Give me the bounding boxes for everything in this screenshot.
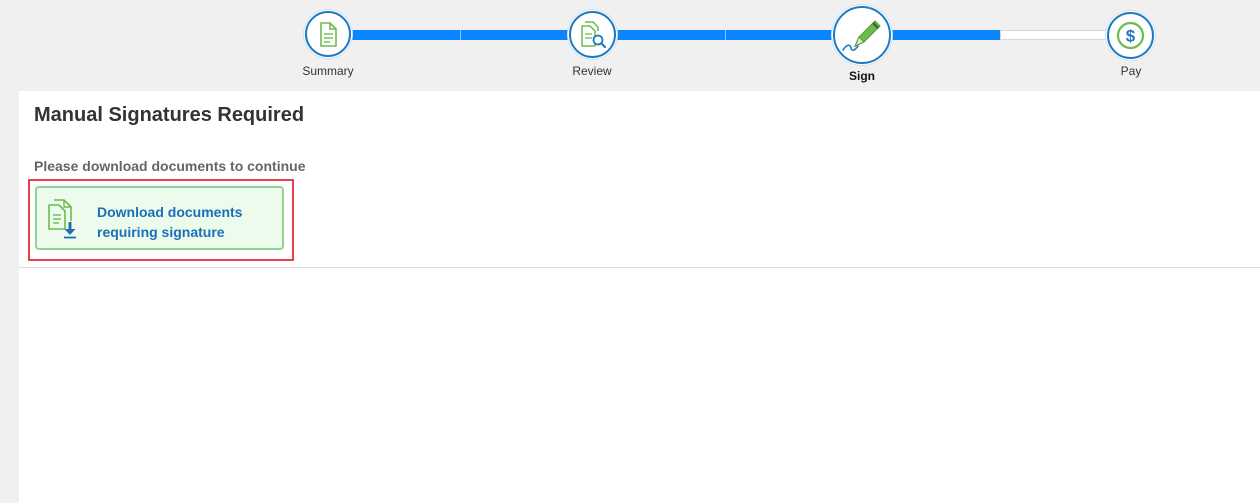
step-pay-label: Pay (1120, 64, 1142, 78)
step-review-circle[interactable] (569, 11, 616, 58)
dollar-icon: $ (1116, 21, 1145, 50)
pen-signature-icon (842, 20, 881, 51)
download-button-label[interactable]: Download documents requiring signature (97, 202, 277, 242)
progress-bar-sign-pay-remaining (1000, 30, 1107, 40)
step-sign-circle[interactable] (833, 6, 891, 64)
download-button-label-line1: Download documents (97, 204, 243, 220)
svg-text:$: $ (1126, 27, 1136, 46)
instruction-text: Please download documents to continue (34, 158, 306, 174)
document-download-icon (48, 199, 76, 239)
download-documents-button[interactable]: Download documents requiring signature (35, 186, 284, 250)
download-button-label-line2: requiring signature (97, 224, 225, 240)
step-summary-circle[interactable] (305, 11, 351, 57)
document-icon (320, 22, 337, 47)
document-search-icon (581, 21, 607, 49)
progress-stepper: Summary Review Sign $ Pay (0, 0, 1260, 91)
page-title: Manual Signatures Required (34, 104, 305, 126)
section-divider (19, 267, 1260, 268)
step-review-label: Review (572, 64, 612, 78)
step-sign-label: Sign (849, 69, 875, 83)
step-pay-circle[interactable]: $ (1107, 12, 1154, 59)
main-panel: Manual Signatures Required Please downlo… (19, 91, 1260, 503)
progress-bar-separator (725, 30, 726, 40)
progress-bar-sign-partial (890, 30, 1000, 40)
progress-bar-separator (460, 30, 461, 40)
step-summary-label: Summary (302, 64, 354, 78)
